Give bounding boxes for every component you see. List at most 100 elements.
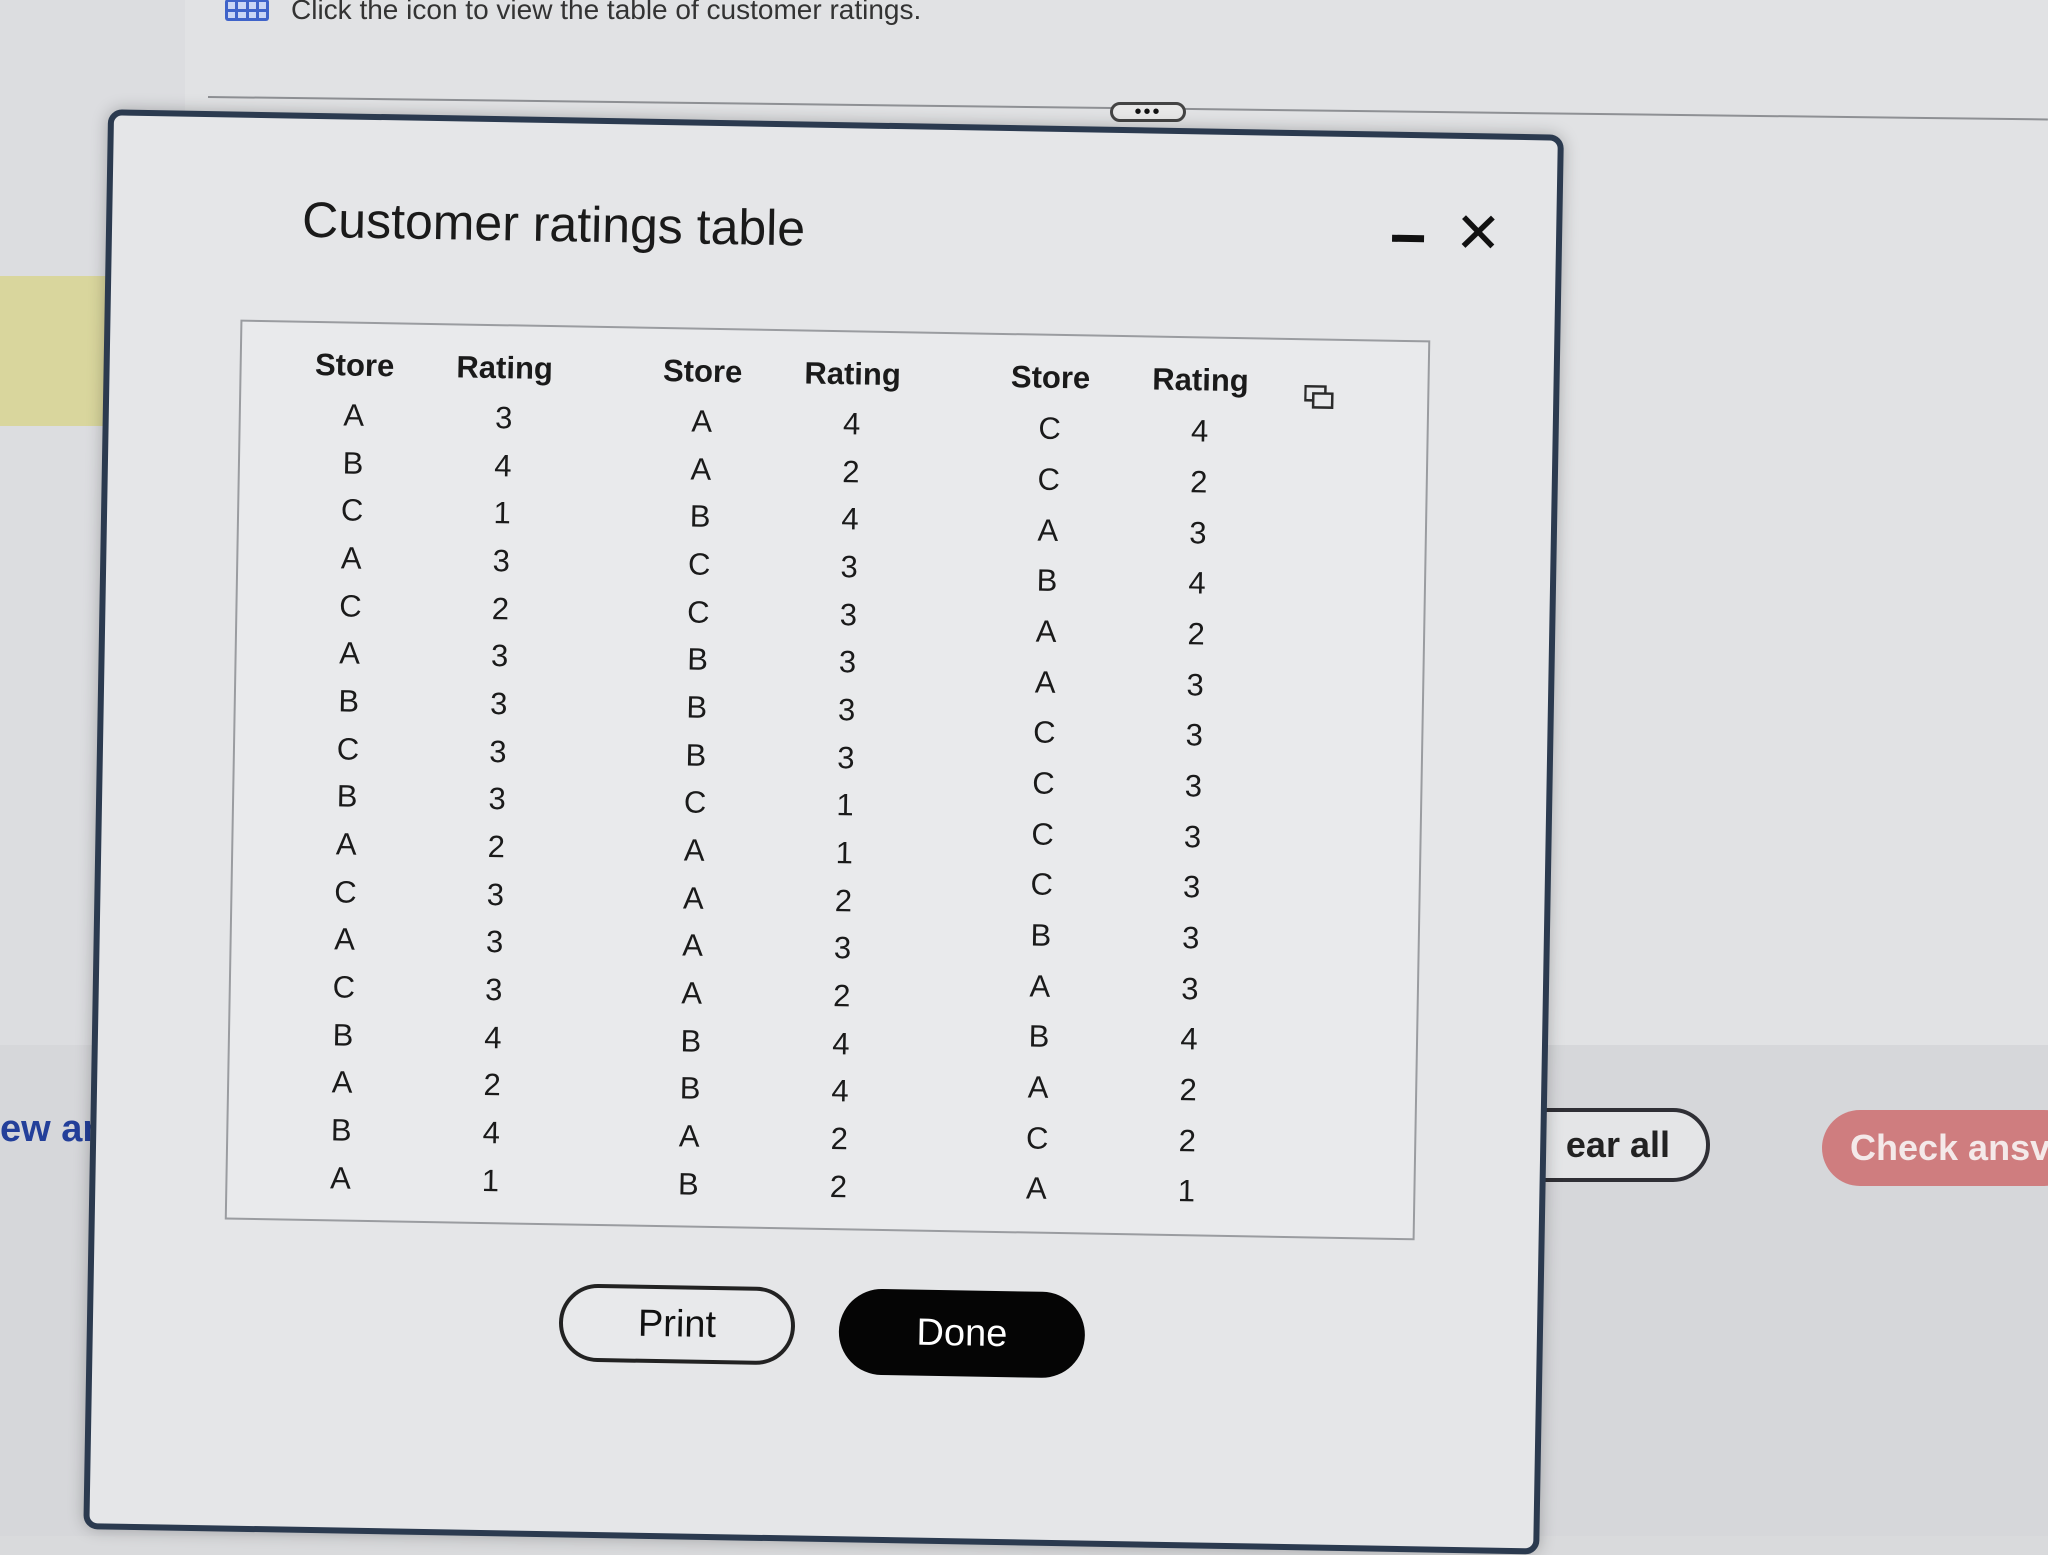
rating-cell: 3 (1182, 869, 1201, 905)
rating-cell: 2 (491, 590, 510, 626)
table-row: C1 (277, 486, 578, 539)
rating-cell: 3 (484, 972, 503, 1008)
store-cell: C (1038, 410, 1062, 447)
table-row: C3 (273, 724, 574, 777)
rating-cell: 4 (1180, 1021, 1198, 1057)
rating-cell: 3 (1181, 920, 1200, 956)
store-cell: C (338, 588, 362, 624)
table-row: B4 (266, 1106, 567, 1159)
table-row: A2 (971, 605, 1272, 661)
table-row: C3 (968, 757, 1269, 813)
table-row: C4 (974, 402, 1275, 458)
rating-header: Rating (804, 355, 902, 393)
close-button[interactable]: ✕ (1450, 201, 1507, 265)
store-cell: B (1036, 562, 1058, 599)
store-cell: A (1025, 1170, 1048, 1207)
store-cell: A (1029, 968, 1051, 1004)
minimize-icon (1392, 234, 1425, 242)
store-cell: A (343, 397, 365, 433)
table-row: A3 (972, 504, 1273, 560)
check-answer-button[interactable]: Check ansv (1822, 1110, 2048, 1186)
table-row: B4 (268, 1010, 569, 1063)
store-cell: C (340, 492, 364, 529)
store-cell: B (685, 737, 707, 773)
rating-cell: 2 (841, 453, 860, 489)
table-row: A2 (616, 969, 917, 1022)
table-row: B4 (964, 1010, 1265, 1066)
table-row: B2 (613, 1159, 914, 1212)
rating-cell: 3 (836, 739, 855, 776)
print-button[interactable]: Print (558, 1283, 796, 1366)
minimize-button[interactable] (1390, 220, 1427, 257)
rating-cell: 3 (833, 930, 852, 966)
rating-cell: 1 (835, 835, 854, 871)
rating-cell: 3 (1181, 970, 1199, 1007)
rating-cell: 3 (489, 733, 507, 770)
store-cell: B (336, 778, 358, 815)
store-cell: C (1037, 461, 1061, 497)
rating-cell: 3 (1185, 717, 1204, 753)
table-row: C3 (623, 587, 924, 640)
store-cell: B (1030, 917, 1052, 953)
table-row: B3 (272, 772, 573, 825)
store-cell: C (687, 546, 711, 582)
table-grid-icon[interactable] (225, 0, 269, 21)
table-row: C3 (270, 867, 571, 920)
table-row: A1 (961, 1162, 1262, 1218)
table-row: C1 (620, 778, 921, 831)
store-cell: A (690, 451, 712, 487)
table-row: A2 (963, 1061, 1264, 1117)
rating-cell: 1 (481, 1162, 500, 1199)
table-row: C3 (966, 858, 1267, 914)
table-row: A2 (614, 1112, 915, 1165)
instruction-row: Click the icon to view the table of cust… (225, 0, 921, 28)
rating-header: Rating (456, 349, 554, 387)
store-cell: C (1031, 765, 1055, 801)
rating-cell: 4 (1188, 565, 1206, 601)
store-cell: A (683, 832, 705, 868)
table-row: B4 (616, 1016, 917, 1069)
table-row: B3 (273, 676, 574, 729)
store-cell: A (1027, 1069, 1049, 1105)
rating-cell: 4 (831, 1073, 850, 1109)
rating-cell: 3 (840, 549, 859, 585)
instruction-text: Click the icon to view the table of cust… (291, 0, 922, 25)
rating-header: Rating (1152, 361, 1250, 399)
rating-cell: 1 (1177, 1173, 1196, 1209)
ratings-tables: Store Rating A 3 B 4 C 1 A 3 C 2 A 3 B 3 C 3 B 3 A 2 C 3 A 3 C 3 B 4 A… (265, 344, 1400, 1220)
store-cell: C (686, 594, 710, 630)
store-cell: B (332, 1017, 354, 1053)
store-cell: A (1035, 613, 1057, 649)
table-row: C2 (973, 453, 1274, 509)
store-cell: C (683, 784, 707, 821)
table-row: B4 (972, 554, 1273, 610)
rating-cell: 3 (485, 924, 504, 960)
store-cell: A (682, 880, 705, 916)
table-row: C2 (962, 1112, 1263, 1168)
ratings-table-box: Store Rating A 3 B 4 C 1 A 3 C 2 A 3 B 3 C 3 B 3 A 2 C 3 A 3 C 3 B 4 A… (224, 319, 1431, 1241)
table-row: A1 (265, 1153, 566, 1206)
table-row: A1 (619, 826, 920, 879)
table-row: B3 (621, 682, 922, 735)
rating-cell: 4 (841, 501, 860, 537)
rating-cell: 2 (487, 829, 506, 865)
ratings-table-2: Store Rating A 4 A 2 B 4 C 3 C 3 B 3 B 3 B 3 C 1 A 1 A 2 A 3 A 2 B 4 B… (613, 350, 928, 1212)
table-row: A2 (618, 873, 919, 926)
rating-cell: 4 (842, 406, 861, 442)
rating-cell: 3 (1184, 768, 1203, 804)
rating-cell: 2 (483, 1067, 502, 1103)
store-cell: A (678, 1118, 700, 1154)
rating-cell: 2 (1178, 1122, 1197, 1158)
table-row: C3 (967, 808, 1268, 864)
done-button[interactable]: Done (838, 1288, 1086, 1379)
ratings-table-3: Store Rating C 4 C 2 A 3 B 4 A 2 A 3 C 3 C 3 C 3 C 3 B 3 A 3 B 4 A 2 C… (961, 356, 1276, 1218)
copy-icon[interactable] (1304, 384, 1334, 411)
drag-handle[interactable]: ••• (1110, 102, 1186, 122)
store-cell: A (334, 921, 356, 958)
table-row: B3 (621, 730, 922, 783)
rating-cell: 2 (1189, 464, 1208, 500)
store-cell: A (681, 927, 704, 964)
table-row: A2 (271, 819, 572, 872)
rating-cell: 3 (492, 542, 511, 579)
table-row: A2 (626, 444, 927, 497)
